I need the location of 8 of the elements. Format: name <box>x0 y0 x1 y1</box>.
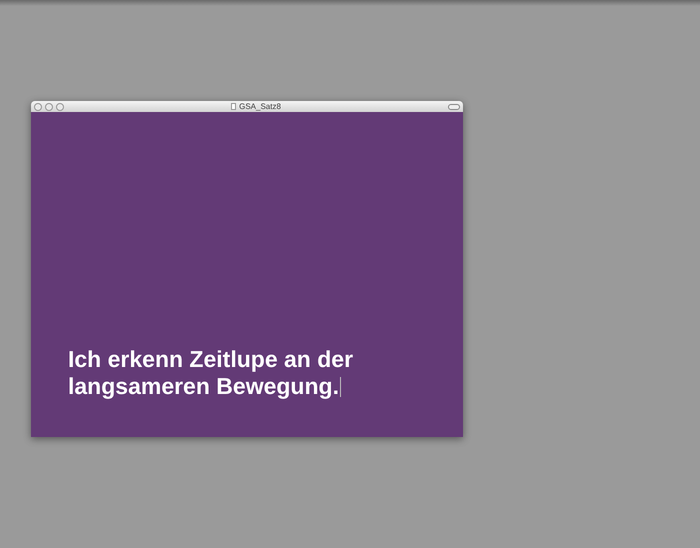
text-cursor <box>340 377 341 397</box>
window-title: GSA_Satz8 <box>239 102 281 110</box>
toolbar-toggle-button[interactable] <box>448 104 460 110</box>
minimize-button[interactable] <box>45 102 53 110</box>
zoom-button[interactable] <box>56 102 64 110</box>
slide-text: Ich erkenn Zeitlupe an der langsameren Bewegung. <box>68 346 354 400</box>
close-button[interactable] <box>34 102 42 110</box>
document-icon <box>231 103 236 110</box>
